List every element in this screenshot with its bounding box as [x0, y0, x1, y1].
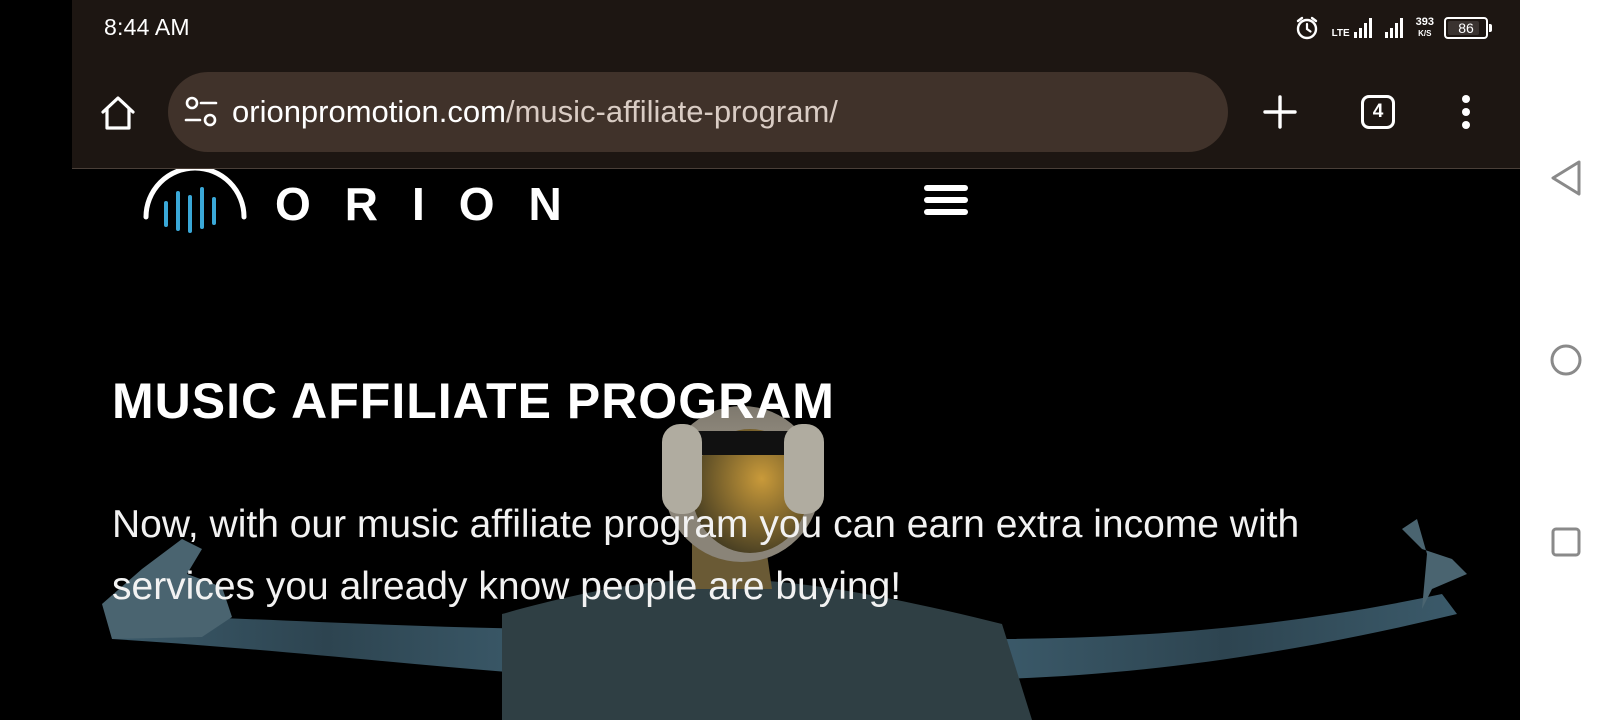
home-button[interactable]: [94, 89, 142, 137]
site-settings-icon[interactable]: [184, 96, 218, 128]
brand-name[interactable]: ORION: [275, 177, 596, 231]
battery-icon: 86: [1444, 17, 1492, 39]
url-text[interactable]: orionpromotion.com/music-affiliate-progr…: [232, 94, 838, 130]
hero-title: MUSIC AFFILIATE PROGRAM: [112, 373, 835, 429]
hero-background-image: [72, 169, 1520, 720]
orion-logo[interactable]: [140, 169, 250, 237]
home-circle-icon: [1550, 344, 1582, 376]
status-time: 8:44 AM: [104, 14, 190, 40]
browser-toolbar: orionpromotion.com/music-affiliate-progr…: [72, 58, 1520, 169]
plus-icon: [1263, 95, 1297, 129]
left-edge: [0, 0, 72, 720]
site-header: ORION: [72, 169, 1520, 239]
web-page: ORION MUSIC AFFILIATE PROGRAM Now, with …: [72, 169, 1520, 720]
status-icons: LTE 393 K/S 86: [1294, 12, 1492, 44]
recents-icon: [1551, 527, 1581, 557]
net-speed: 393 K/S: [1416, 17, 1434, 39]
back-button[interactable]: [1542, 154, 1590, 202]
hero-text: Now, with our music affiliate program yo…: [112, 503, 1300, 608]
tabs-icon: 4: [1361, 95, 1395, 129]
tab-count: 4: [1372, 101, 1384, 122]
alarm-icon: [1296, 16, 1317, 40]
url-domain: orionpromotion.com: [232, 94, 506, 129]
back-icon: [1551, 160, 1581, 196]
new-tab-button[interactable]: [1256, 88, 1304, 136]
home-nav-button[interactable]: [1542, 336, 1590, 384]
more-vert-icon: [1462, 95, 1470, 129]
net-speed-unit: K/S: [1418, 29, 1432, 38]
home-icon: [101, 96, 135, 130]
hamburger-menu-icon[interactable]: [924, 185, 968, 219]
net-speed-value: 393: [1415, 16, 1434, 28]
url-path: /music-affiliate-program/: [505, 94, 838, 129]
system-nav-bar: [1520, 0, 1612, 720]
phone-screen: 8:44 AM LTE 393 K/S 86 orionpromotion.co…: [72, 0, 1520, 720]
url-bar[interactable]: orionpromotion.com/music-affiliate-progr…: [168, 72, 1228, 152]
signal-icon: [1384, 18, 1403, 38]
status-bar: 8:44 AM LTE 393 K/S 86: [72, 0, 1520, 58]
tab-switcher-button[interactable]: 4: [1356, 90, 1400, 134]
browser-menu-button[interactable]: [1446, 88, 1486, 136]
battery-level: 86: [1458, 20, 1474, 36]
recents-button[interactable]: [1542, 518, 1590, 566]
lte-signal-icon: LTE: [1330, 17, 1374, 39]
network-type: LTE: [1331, 28, 1350, 39]
